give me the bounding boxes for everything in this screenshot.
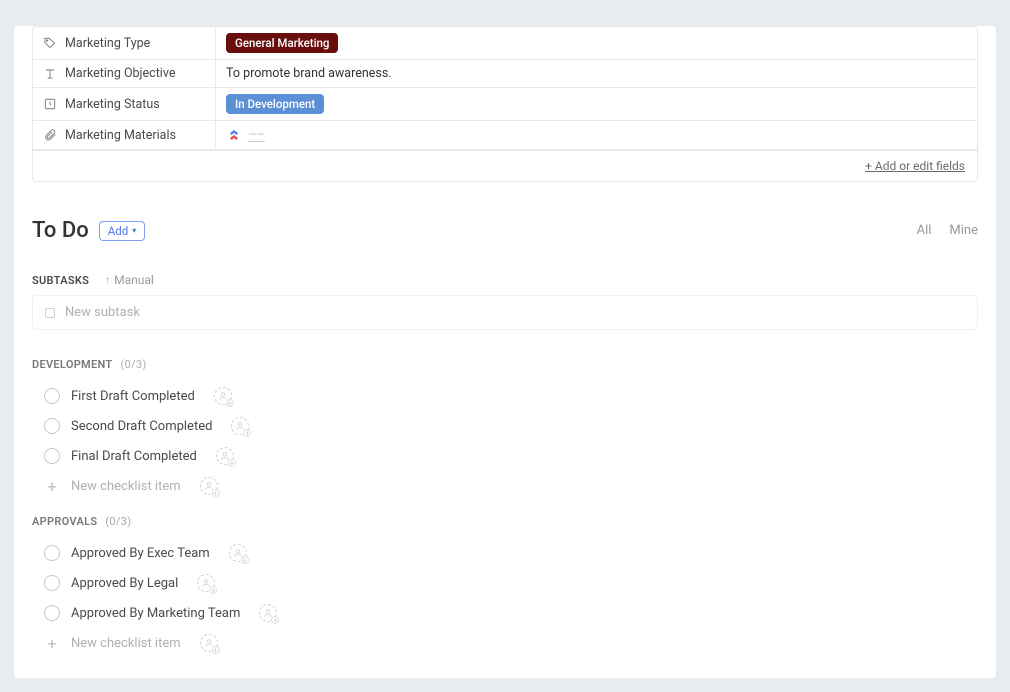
checklist-item[interactable]: Final Draft Completed +	[32, 441, 978, 471]
field-label: Marketing Objective	[33, 60, 215, 87]
plus-icon: +	[228, 459, 236, 467]
todo-title: To Do	[32, 218, 89, 243]
chevron-down-icon: ▾	[132, 226, 136, 235]
checklist-item[interactable]: First Draft Completed +	[32, 381, 978, 411]
todo-title-wrap: To Do Add ▾	[32, 218, 145, 243]
checklist-item-label: Approved By Legal	[71, 576, 178, 591]
field-label: Marketing Status	[33, 91, 215, 118]
checklist-item-label: Approved By Exec Team	[71, 546, 210, 561]
checklist-group-approvals: APPROVALS (0/3) Approved By Exec Team + …	[32, 515, 978, 658]
assignee-button[interactable]: +	[197, 574, 215, 592]
plus-icon: +	[44, 478, 60, 494]
checklist-item[interactable]: Approved By Legal +	[32, 568, 978, 598]
subtasks-label: SUBTASKS	[32, 274, 89, 287]
attachment-label: ——	[248, 128, 265, 142]
tag-icon	[43, 36, 57, 50]
checkbox-icon	[45, 308, 55, 318]
marketing-type-badge: General Marketing	[226, 33, 338, 53]
field-name: Marketing Status	[65, 97, 160, 112]
field-name: Marketing Objective	[65, 66, 175, 81]
assignee-button[interactable]: +	[214, 387, 232, 405]
group-header[interactable]: APPROVALS (0/3)	[32, 515, 978, 528]
field-name: Marketing Type	[65, 36, 150, 51]
plus-icon: +	[212, 646, 220, 654]
assignee-button[interactable]: +	[200, 634, 218, 652]
assignee-button[interactable]: +	[216, 447, 234, 465]
new-subtask-placeholder: New subtask	[65, 305, 140, 320]
assignee-button[interactable]: +	[200, 477, 218, 495]
field-name: Marketing Materials	[65, 128, 176, 143]
assignee-button[interactable]: +	[231, 417, 249, 435]
new-checklist-item[interactable]: + New checklist item +	[32, 471, 978, 501]
add-button-label: Add	[108, 224, 128, 238]
checklist-item[interactable]: Approved By Marketing Team +	[32, 598, 978, 628]
plus-icon: +	[212, 489, 220, 497]
custom-fields-table: Marketing Type General Marketing Marketi…	[32, 26, 978, 182]
arrow-up-icon: ↑	[105, 275, 110, 286]
plus-icon: +	[271, 616, 279, 624]
plus-icon: +	[44, 635, 60, 651]
subtasks-header: SUBTASKS ↑ Manual	[32, 273, 978, 287]
plus-icon: +	[209, 586, 217, 594]
checklist-item-label: Second Draft Completed	[71, 419, 212, 434]
text-icon	[43, 67, 57, 81]
add-edit-fields-link[interactable]: + Add or edit fields	[33, 150, 977, 181]
new-subtask-input[interactable]: New subtask	[32, 295, 978, 330]
group-count: (0/3)	[105, 515, 131, 528]
field-row-marketing-status: Marketing Status In Development	[33, 88, 977, 121]
status-icon	[43, 97, 57, 111]
plus-icon: +	[226, 399, 234, 407]
field-value[interactable]: General Marketing	[215, 27, 977, 59]
assignee-button[interactable]: +	[229, 544, 247, 562]
checklist-item-label: Approved By Marketing Team	[71, 606, 240, 621]
circle-checkbox[interactable]	[44, 545, 60, 561]
filter-all[interactable]: All	[917, 223, 932, 238]
field-row-marketing-objective: Marketing Objective To promote brand awa…	[33, 60, 977, 88]
field-label: Marketing Materials	[33, 122, 215, 149]
clickup-icon	[226, 127, 242, 143]
checklist-group-development: DEVELOPMENT (0/3) First Draft Completed …	[32, 358, 978, 501]
sort-label: Manual	[114, 273, 154, 287]
group-title: APPROVALS	[32, 515, 97, 528]
task-detail-panel: Marketing Type General Marketing Marketi…	[14, 26, 996, 678]
checklist-item-label: First Draft Completed	[71, 389, 195, 404]
todo-header: To Do Add ▾ All Mine	[32, 218, 978, 243]
checklist-item[interactable]: Approved By Exec Team +	[32, 538, 978, 568]
group-header[interactable]: DEVELOPMENT (0/3)	[32, 358, 978, 371]
circle-checkbox[interactable]	[44, 388, 60, 404]
marketing-status-badge: In Development	[226, 94, 324, 114]
sort-toggle[interactable]: ↑ Manual	[105, 273, 154, 287]
field-row-marketing-materials: Marketing Materials ——	[33, 121, 977, 150]
filter-mine[interactable]: Mine	[949, 223, 978, 238]
group-title: DEVELOPMENT	[32, 358, 112, 371]
attach-icon	[43, 128, 57, 142]
field-label: Marketing Type	[33, 30, 215, 57]
marketing-objective-text: To promote brand awareness.	[226, 66, 392, 81]
circle-checkbox[interactable]	[44, 605, 60, 621]
add-button[interactable]: Add ▾	[99, 221, 146, 241]
plus-icon: +	[241, 556, 249, 564]
new-checklist-label: New checklist item	[71, 636, 181, 651]
group-count: (0/3)	[120, 358, 146, 371]
assignee-button[interactable]: +	[259, 604, 277, 622]
field-value[interactable]: To promote brand awareness.	[215, 60, 977, 87]
plus-icon: +	[243, 429, 251, 437]
checklist-item[interactable]: Second Draft Completed +	[32, 411, 978, 441]
checklist-item-label: Final Draft Completed	[71, 449, 197, 464]
circle-checkbox[interactable]	[44, 418, 60, 434]
circle-checkbox[interactable]	[44, 448, 60, 464]
field-row-marketing-type: Marketing Type General Marketing	[33, 27, 977, 60]
todo-section: To Do Add ▾ All Mine SUBTASKS ↑ Manual N…	[32, 218, 978, 658]
field-value[interactable]: ——	[215, 121, 977, 149]
field-value[interactable]: In Development	[215, 88, 977, 120]
todo-filters: All Mine	[917, 223, 978, 238]
circle-checkbox[interactable]	[44, 575, 60, 591]
new-checklist-label: New checklist item	[71, 479, 181, 494]
new-checklist-item[interactable]: + New checklist item +	[32, 628, 978, 658]
